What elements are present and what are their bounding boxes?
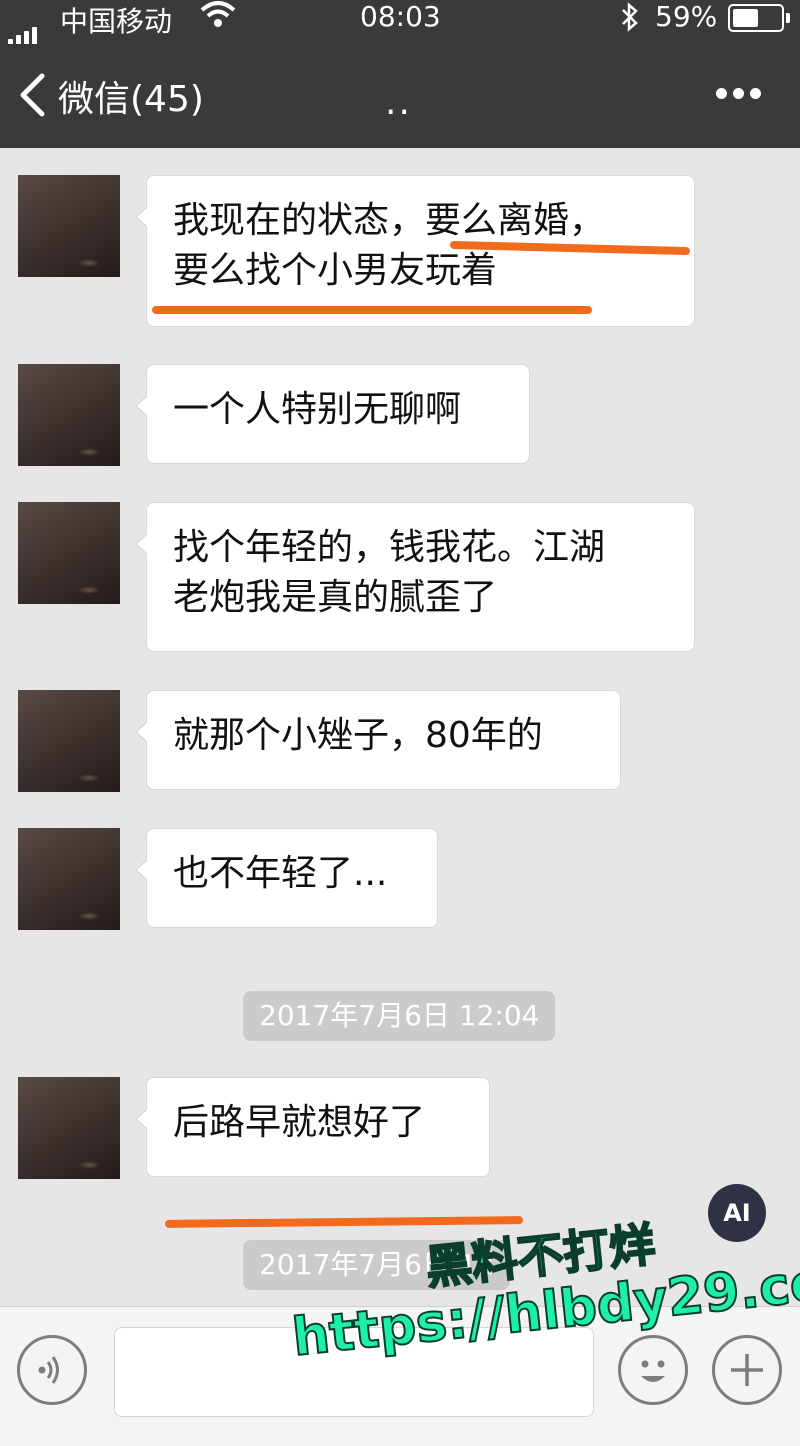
signal-icon	[8, 12, 40, 45]
timestamp: 2017年7月6日 12:04	[243, 991, 556, 1041]
message-bubble[interactable]: 也不年轻了...	[135, 828, 438, 928]
message-line: 找个年轻的，钱我花。江湖	[173, 527, 606, 568]
input-bar	[0, 1306, 800, 1446]
timestamp: 2017年7月6日 12	[243, 1240, 511, 1290]
emoji-icon	[641, 1360, 665, 1382]
message-line: 我现在的状态，要么离婚，	[173, 200, 606, 241]
voice-button[interactable]	[17, 1335, 87, 1405]
contact-avatar[interactable]	[18, 828, 120, 930]
message-bubble[interactable]: 一个人特别无聊啊	[135, 364, 530, 464]
message-line: 要么找个小男友玩着	[173, 250, 498, 291]
ai-assistant-button[interactable]: AI	[708, 1184, 766, 1242]
nav-bar: 微信(45) ..	[0, 44, 800, 148]
contact-avatar[interactable]	[18, 364, 120, 466]
message-bubble[interactable]: 找个年轻的，钱我花。江湖 老炮我是真的腻歪了	[135, 502, 695, 652]
highlight-underline	[152, 306, 592, 314]
highlight-underline	[164, 1216, 524, 1228]
battery-percent: 59%	[655, 0, 718, 33]
message-line: 后路早就想好了	[173, 1102, 426, 1143]
message-line: 就那个小矬子，80年的	[173, 715, 543, 756]
chat-title: ..	[385, 82, 412, 123]
battery-icon	[728, 4, 790, 32]
clock: 08:03	[360, 0, 441, 33]
plus-icon	[731, 1354, 763, 1386]
contact-avatar[interactable]	[18, 690, 120, 792]
contact-avatar[interactable]	[18, 1077, 120, 1179]
message-line: 也不年轻了...	[173, 853, 388, 894]
carrier-label: 中国移动	[60, 5, 173, 38]
message-bubble[interactable]: 后路早就想好了	[135, 1077, 490, 1177]
back-chevron-icon[interactable]	[18, 72, 46, 122]
battery-level-fill	[733, 9, 758, 27]
bluetooth-icon	[620, 2, 640, 39]
wifi-icon	[200, 0, 236, 37]
back-button-label[interactable]: 微信(45)	[58, 70, 204, 122]
message-line: 一个人特别无聊啊	[173, 389, 462, 430]
status-bar: 中国移动 08:03 59%	[0, 0, 800, 45]
plus-button[interactable]	[712, 1335, 782, 1405]
contact-avatar[interactable]	[18, 502, 120, 604]
more-icon[interactable]	[716, 84, 767, 103]
message-bubble[interactable]: 就那个小矬子，80年的	[135, 690, 621, 790]
emoji-button[interactable]	[618, 1335, 688, 1405]
message-input[interactable]	[114, 1327, 594, 1417]
voice-icon	[38, 1356, 59, 1384]
contact-avatar[interactable]	[18, 175, 120, 277]
message-line: 老炮我是真的腻歪了	[173, 577, 498, 618]
